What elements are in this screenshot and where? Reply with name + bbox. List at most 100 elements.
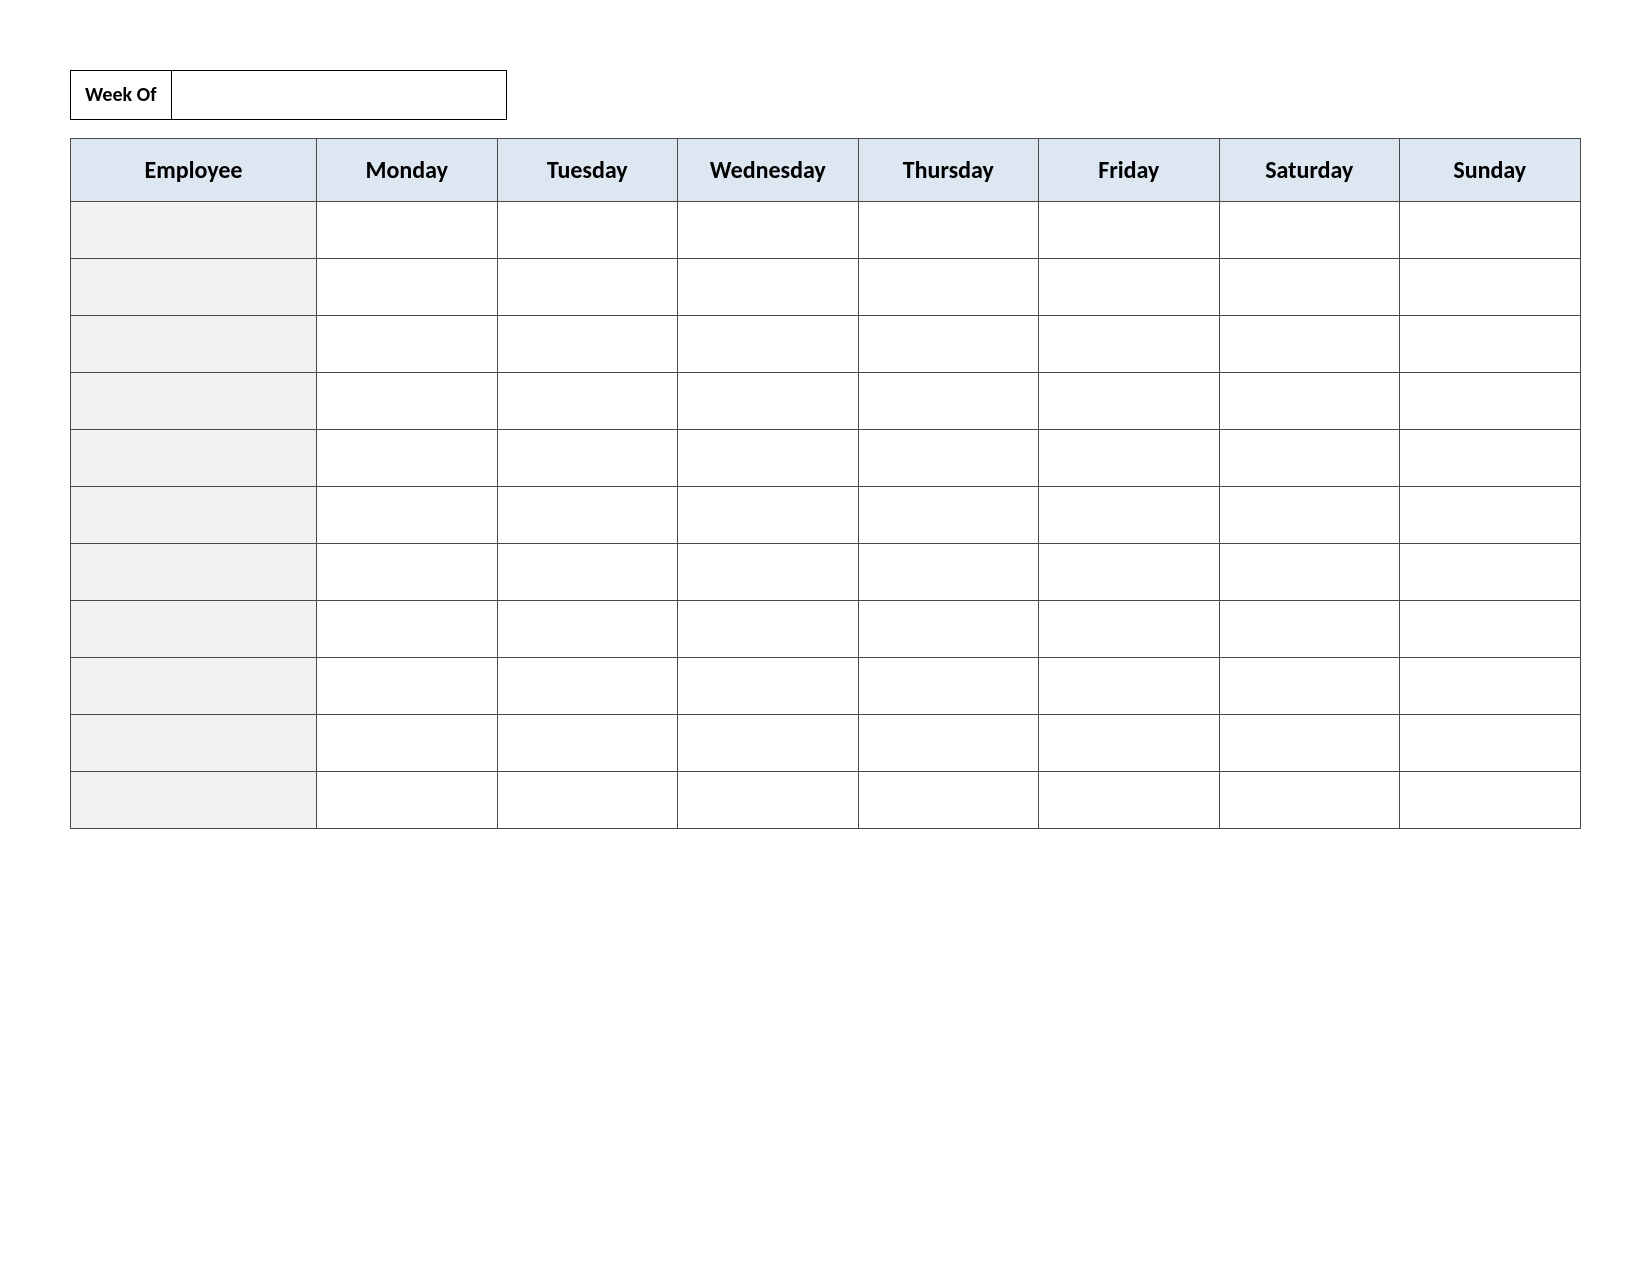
cell-tuesday[interactable] (497, 373, 678, 430)
cell-friday[interactable] (1039, 772, 1220, 829)
cell-employee[interactable] (71, 316, 317, 373)
cell-thursday[interactable] (858, 658, 1039, 715)
cell-employee[interactable] (71, 259, 317, 316)
cell-sunday[interactable] (1400, 544, 1581, 601)
cell-employee[interactable] (71, 487, 317, 544)
cell-sunday[interactable] (1400, 658, 1581, 715)
cell-monday[interactable] (317, 316, 498, 373)
cell-employee[interactable] (71, 373, 317, 430)
cell-thursday[interactable] (858, 316, 1039, 373)
cell-monday[interactable] (317, 259, 498, 316)
cell-wednesday[interactable] (678, 601, 859, 658)
cell-monday[interactable] (317, 487, 498, 544)
cell-wednesday[interactable] (678, 715, 859, 772)
cell-tuesday[interactable] (497, 202, 678, 259)
cell-thursday[interactable] (858, 601, 1039, 658)
weekof-container: Week Of (70, 70, 1580, 120)
table-header-row: Employee Monday Tuesday Wednesday Thursd… (71, 139, 1581, 202)
cell-thursday[interactable] (858, 259, 1039, 316)
cell-thursday[interactable] (858, 772, 1039, 829)
cell-friday[interactable] (1039, 259, 1220, 316)
cell-sunday[interactable] (1400, 487, 1581, 544)
col-header-tuesday: Tuesday (497, 139, 678, 202)
table-row (71, 202, 1581, 259)
cell-employee[interactable] (71, 601, 317, 658)
cell-tuesday[interactable] (497, 544, 678, 601)
cell-friday[interactable] (1039, 202, 1220, 259)
cell-saturday[interactable] (1219, 259, 1400, 316)
cell-wednesday[interactable] (678, 658, 859, 715)
cell-thursday[interactable] (858, 430, 1039, 487)
cell-friday[interactable] (1039, 430, 1220, 487)
table-row (71, 259, 1581, 316)
cell-thursday[interactable] (858, 715, 1039, 772)
cell-monday[interactable] (317, 202, 498, 259)
cell-monday[interactable] (317, 544, 498, 601)
cell-monday[interactable] (317, 658, 498, 715)
cell-saturday[interactable] (1219, 715, 1400, 772)
cell-wednesday[interactable] (678, 772, 859, 829)
cell-friday[interactable] (1039, 544, 1220, 601)
cell-monday[interactable] (317, 601, 498, 658)
cell-wednesday[interactable] (678, 430, 859, 487)
cell-tuesday[interactable] (497, 487, 678, 544)
cell-saturday[interactable] (1219, 373, 1400, 430)
cell-friday[interactable] (1039, 715, 1220, 772)
cell-thursday[interactable] (858, 487, 1039, 544)
cell-sunday[interactable] (1400, 373, 1581, 430)
cell-tuesday[interactable] (497, 715, 678, 772)
cell-saturday[interactable] (1219, 202, 1400, 259)
cell-saturday[interactable] (1219, 544, 1400, 601)
cell-saturday[interactable] (1219, 316, 1400, 373)
cell-saturday[interactable] (1219, 772, 1400, 829)
cell-sunday[interactable] (1400, 202, 1581, 259)
col-header-friday: Friday (1039, 139, 1220, 202)
cell-friday[interactable] (1039, 601, 1220, 658)
cell-sunday[interactable] (1400, 259, 1581, 316)
cell-friday[interactable] (1039, 373, 1220, 430)
cell-sunday[interactable] (1400, 772, 1581, 829)
cell-sunday[interactable] (1400, 715, 1581, 772)
cell-monday[interactable] (317, 373, 498, 430)
cell-tuesday[interactable] (497, 601, 678, 658)
cell-wednesday[interactable] (678, 202, 859, 259)
cell-thursday[interactable] (858, 373, 1039, 430)
cell-tuesday[interactable] (497, 259, 678, 316)
cell-thursday[interactable] (858, 544, 1039, 601)
table-row (71, 658, 1581, 715)
cell-wednesday[interactable] (678, 487, 859, 544)
cell-saturday[interactable] (1219, 487, 1400, 544)
cell-employee[interactable] (71, 430, 317, 487)
cell-saturday[interactable] (1219, 430, 1400, 487)
cell-wednesday[interactable] (678, 259, 859, 316)
cell-wednesday[interactable] (678, 544, 859, 601)
weekof-label: Week Of (70, 70, 172, 120)
weekof-value[interactable] (172, 70, 507, 120)
cell-saturday[interactable] (1219, 658, 1400, 715)
cell-friday[interactable] (1039, 658, 1220, 715)
cell-employee[interactable] (71, 715, 317, 772)
cell-monday[interactable] (317, 715, 498, 772)
cell-sunday[interactable] (1400, 316, 1581, 373)
cell-wednesday[interactable] (678, 373, 859, 430)
cell-monday[interactable] (317, 430, 498, 487)
col-header-wednesday: Wednesday (678, 139, 859, 202)
cell-saturday[interactable] (1219, 601, 1400, 658)
cell-employee[interactable] (71, 658, 317, 715)
cell-tuesday[interactable] (497, 430, 678, 487)
cell-tuesday[interactable] (497, 772, 678, 829)
cell-employee[interactable] (71, 772, 317, 829)
table-row (71, 715, 1581, 772)
cell-employee[interactable] (71, 202, 317, 259)
cell-monday[interactable] (317, 772, 498, 829)
cell-friday[interactable] (1039, 316, 1220, 373)
cell-sunday[interactable] (1400, 430, 1581, 487)
cell-sunday[interactable] (1400, 601, 1581, 658)
cell-friday[interactable] (1039, 487, 1220, 544)
cell-wednesday[interactable] (678, 316, 859, 373)
schedule-body (71, 202, 1581, 829)
cell-tuesday[interactable] (497, 658, 678, 715)
cell-thursday[interactable] (858, 202, 1039, 259)
cell-tuesday[interactable] (497, 316, 678, 373)
cell-employee[interactable] (71, 544, 317, 601)
